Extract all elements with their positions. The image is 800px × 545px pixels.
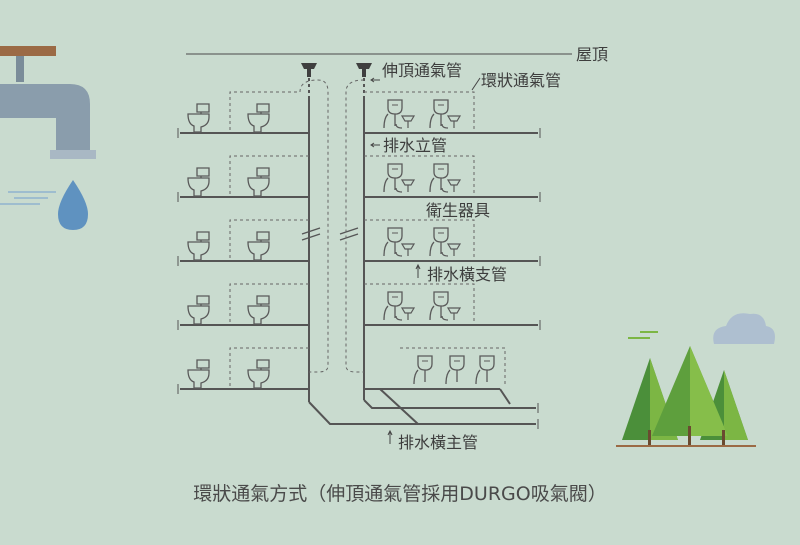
loop-vent-label: 環狀通氣管 (481, 71, 561, 90)
drain-stack-label: 排水立管 (383, 136, 447, 155)
roof-label: 屋頂 (576, 45, 608, 64)
fixtures-label: 衛生器具 (426, 201, 490, 220)
left-floors (177, 91, 309, 394)
main-drain (308, 388, 539, 429)
stacks (301, 78, 365, 402)
main-drain-label: 排水橫主管 (398, 433, 478, 452)
cloud-icon (713, 313, 775, 344)
top-vent-label: 伸頂通氣管 (382, 61, 462, 80)
diagram-stage: 屋頂 伸頂通氣管 環狀通氣管 排水立管 衛生器具 排水橫支管 排水橫主管 環狀通… (0, 0, 800, 545)
caption: 環狀通氣方式（伸頂通氣管採用DURGO吸氣閥） (193, 483, 606, 505)
vent-valve-icon (301, 63, 372, 77)
faucet-icon (0, 46, 96, 159)
trees-icon (616, 331, 756, 447)
water-drop-icon (0, 180, 88, 230)
drainage-diagram: 屋頂 伸頂通氣管 環狀通氣管 排水立管 衛生器具 排水橫支管 排水橫主管 環狀通… (0, 45, 775, 505)
branch-drain-label: 排水橫支管 (427, 265, 507, 284)
